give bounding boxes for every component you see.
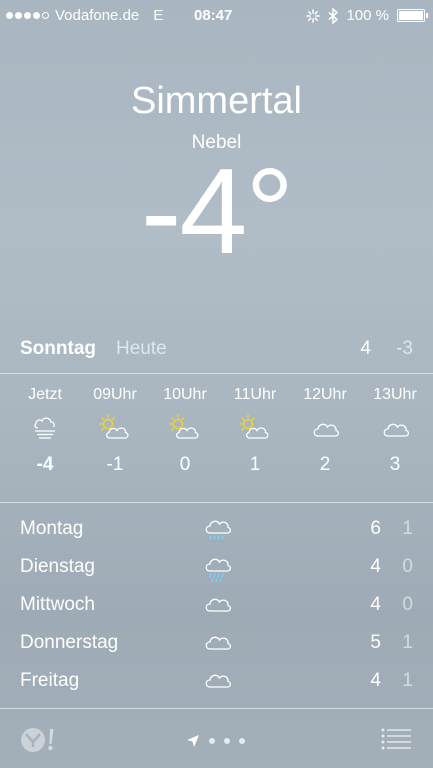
partly-sunny-icon [220, 414, 290, 440]
today-day: Sonntag [20, 338, 96, 359]
network-type: E [153, 7, 164, 24]
day-low: 1 [402, 632, 413, 653]
hour-item: Jetzt -4 [10, 386, 80, 476]
day-low: 0 [402, 556, 413, 577]
day-low: 1 [402, 518, 413, 539]
status-right: 100 % [306, 7, 428, 24]
page-dot [239, 738, 245, 744]
daily-row: Freitag 4 1 [20, 670, 413, 708]
daily-row: Montag 6 1 [20, 518, 413, 556]
daily-row: Mittwoch 4 0 [20, 594, 413, 632]
hour-item: 10Uhr 0 [150, 386, 220, 476]
signal-dot [42, 12, 49, 19]
fog-icon [10, 414, 80, 440]
divider [0, 502, 433, 503]
cloud-icon [290, 414, 360, 440]
day-low: 0 [402, 594, 413, 615]
hour-time: Jetzt [28, 386, 62, 403]
page-dot [209, 738, 215, 744]
page-dot [224, 738, 230, 744]
day-high: 6 [370, 518, 381, 539]
hourly-forecast[interactable]: Jetzt -4 09Uhr -1 10Uhr 0 11Uhr 1 12Uhr … [10, 386, 433, 494]
signal-dot [6, 12, 13, 19]
list-icon[interactable] [380, 727, 412, 751]
today-summary: Sonntag Heute 4 -3 [20, 338, 413, 364]
hour-item: 11Uhr 1 [220, 386, 290, 476]
hour-item: 09Uhr -1 [80, 386, 150, 476]
hour-time: 13Uhr [373, 386, 417, 403]
day-name: Dienstag [20, 556, 95, 577]
partly-sunny-icon [80, 414, 150, 440]
cloud-icon [202, 629, 232, 665]
hour-temperature: -4 [36, 454, 54, 475]
hour-time: 11Uhr [233, 386, 277, 403]
bluetooth-icon [328, 7, 339, 24]
cloud-icon [202, 591, 232, 627]
day-name: Freitag [20, 670, 80, 691]
rain-cloud-icon [202, 553, 232, 589]
rain-cloud-icon [202, 515, 232, 551]
battery-percentage: 100 % [346, 7, 389, 24]
hour-time: 10Uhr [163, 386, 207, 403]
hour-item: 12Uhr 2 [290, 386, 360, 476]
clock: 08:47 [194, 7, 233, 24]
signal-dot [33, 12, 40, 19]
hour-temperature: 3 [389, 454, 401, 475]
cloud-icon [360, 414, 430, 440]
daily-row: Dienstag 4 0 [20, 556, 413, 594]
status-bar: Vodafone.de E 08:47 100 % [0, 0, 433, 30]
signal-dot [15, 12, 22, 19]
day-name: Montag [20, 518, 84, 539]
divider [0, 373, 433, 374]
today-label: Heute [116, 338, 167, 359]
hour-item: 13Uhr 3 [360, 386, 430, 476]
page-indicator[interactable] [186, 734, 245, 748]
day-low: 1 [402, 670, 413, 691]
signal-strength-icon [6, 12, 49, 19]
daily-forecast: Montag 6 1 Dienstag 4 0 Mittwoch 4 0 Don… [20, 518, 413, 708]
bottom-bar [0, 708, 433, 768]
daily-row: Donnerstag 5 1 [20, 632, 413, 670]
activity-spinner-icon [306, 8, 321, 23]
current-temperature: -4° [140, 143, 294, 279]
day-name: Donnerstag [20, 632, 119, 653]
day-name: Mittwoch [20, 594, 95, 615]
battery-icon [397, 9, 428, 22]
hour-temperature: 1 [249, 454, 261, 475]
status-left: Vodafone.de E [6, 7, 163, 24]
cloud-icon [202, 667, 232, 703]
location-arrow-icon [187, 735, 199, 747]
today-high: 4 [360, 338, 371, 359]
hour-temperature: -1 [106, 454, 124, 475]
hour-temperature: 0 [179, 454, 191, 475]
day-high: 4 [370, 556, 381, 577]
partly-sunny-icon [150, 414, 220, 440]
hour-time: 12Uhr [303, 386, 347, 403]
hour-time: 09Uhr [93, 386, 137, 403]
city-name: Simmertal [130, 80, 303, 122]
today-low: -3 [396, 338, 413, 359]
signal-dot [24, 12, 31, 19]
hour-temperature: 2 [319, 454, 331, 475]
yahoo-logo[interactable] [20, 726, 60, 754]
day-high: 4 [370, 594, 381, 615]
carrier-name: Vodafone.de [55, 7, 140, 24]
day-high: 5 [370, 632, 381, 653]
day-high: 4 [370, 670, 381, 691]
